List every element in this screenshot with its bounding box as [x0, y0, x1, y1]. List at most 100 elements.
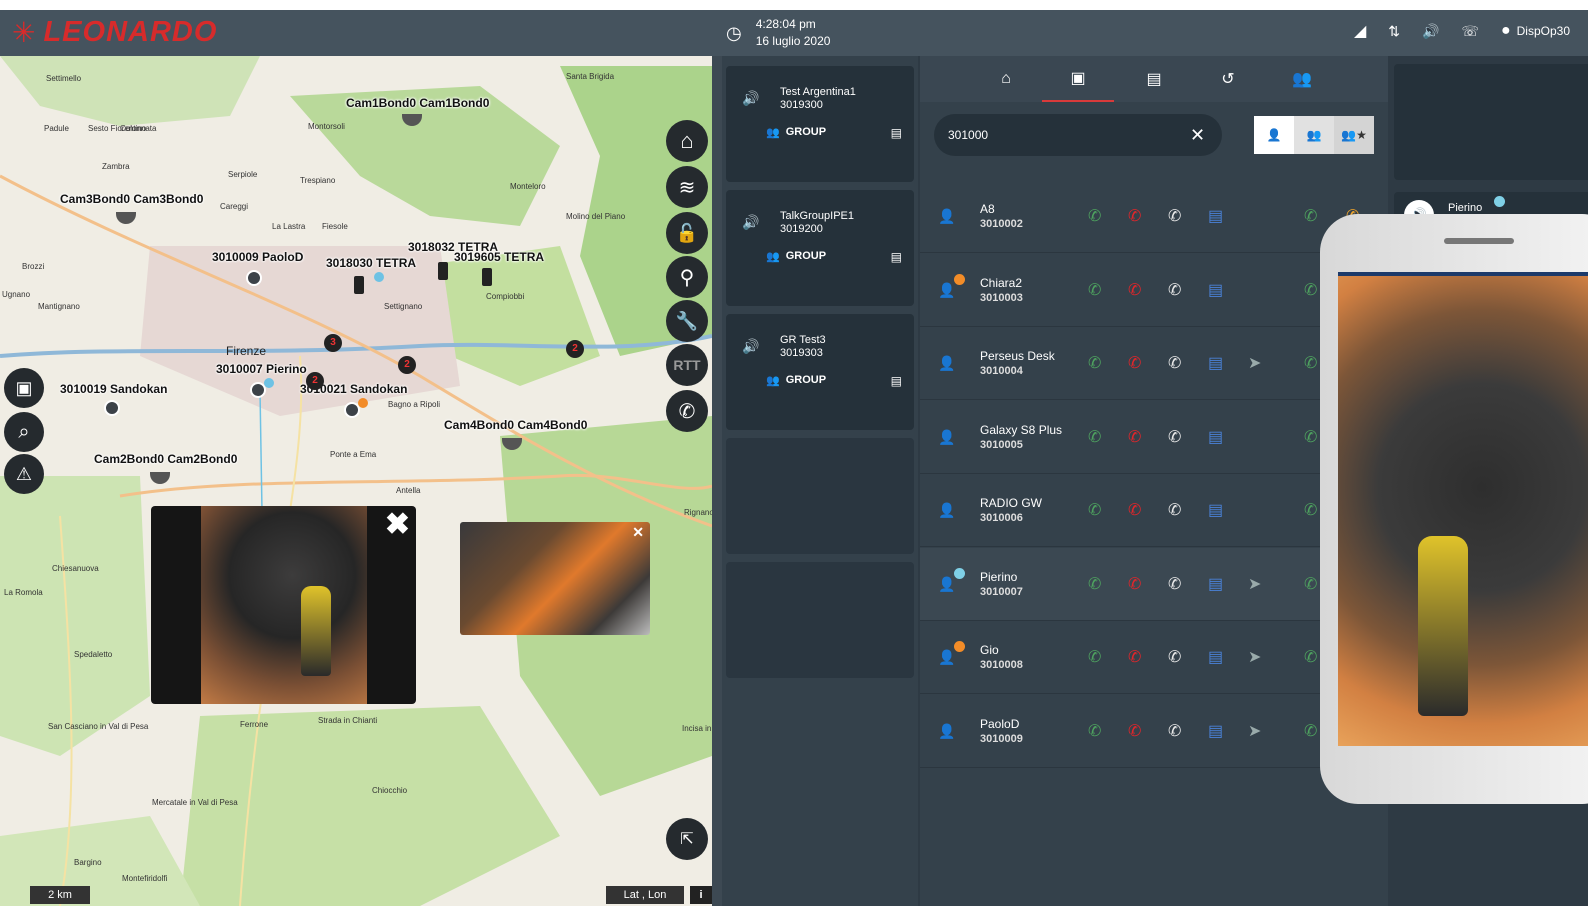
ambient-listening-icon[interactable]: ✆ [1304, 206, 1317, 226]
contact-row[interactable]: 👤 Galaxy S8 Plus 3010005 ✆ ✆ ✆ ▤ ✆ [920, 401, 1388, 474]
message-icon[interactable]: ▤ [1208, 206, 1223, 226]
message-icon[interactable]: ▤ [1208, 280, 1223, 300]
expand-button[interactable]: ⇱ [666, 818, 708, 860]
locate-icon[interactable]: ➤ [1248, 721, 1261, 741]
ptt-call-icon[interactable]: ✆ [1168, 353, 1181, 373]
contact-row[interactable]: 👤 Pierino 3010007 ✆ ✆ ✆ ▤ ➤ ✆ [920, 547, 1388, 621]
tab-history[interactable]: ↺ [1192, 56, 1264, 102]
message-icon[interactable]: ▤ [1208, 353, 1223, 373]
cluster-marker[interactable]: 2 [306, 372, 324, 390]
close-video-small-button[interactable]: ✕ [632, 524, 644, 541]
call-icon[interactable]: ✆ [1088, 647, 1101, 667]
speaker-icon[interactable]: 🔊 [742, 90, 759, 107]
close-video-button[interactable]: ✖ [385, 510, 410, 540]
rtt-button[interactable]: RTT [666, 344, 708, 386]
ambient-listening-icon[interactable]: ✆ [1304, 647, 1317, 667]
ptt-call-icon[interactable]: ✆ [1168, 206, 1181, 226]
message-icon[interactable]: ▤ [891, 126, 902, 140]
filter-favorite-groups[interactable]: 👥★ [1334, 116, 1374, 154]
emergency-call-icon[interactable]: ✆ [1128, 574, 1141, 594]
call-button[interactable]: ✆ [666, 390, 708, 432]
contact-row[interactable]: 👤 Chiara2 3010003 ✆ ✆ ✆ ▤ ✆ [920, 254, 1388, 327]
locate-icon[interactable]: ➤ [1248, 647, 1261, 667]
emergency-call-icon[interactable]: ✆ [1128, 721, 1141, 741]
group-card[interactable]: 🔊 Test Argentina1 3019300 👥 GROUP ▤ [726, 66, 914, 182]
call-icon[interactable]: ✆ [1088, 206, 1101, 226]
layers-button[interactable]: ≋ [666, 166, 708, 208]
clear-search-icon[interactable]: ✕ [1190, 125, 1205, 146]
filter-groups[interactable]: 👥 [1294, 116, 1334, 154]
map-view[interactable]: Settimello Sesto Fiorentino Colonnata Pa… [0, 56, 712, 906]
ptt-call-icon[interactable]: ✆ [1168, 574, 1181, 594]
ambient-listening-icon[interactable]: ✆ [1304, 427, 1317, 447]
user-menu[interactable]: ● DispOp30 [1501, 22, 1570, 40]
message-icon[interactable]: ▤ [1208, 647, 1223, 667]
message-icon[interactable]: ▤ [891, 250, 902, 264]
contact-row[interactable]: 👤 Perseus Desk 3010004 ✆ ✆ ✆ ▤ ➤ ✆ [920, 327, 1388, 400]
radio-marker[interactable] [482, 268, 492, 286]
ambient-listening-icon[interactable]: ✆ [1304, 500, 1317, 520]
ambient-listening-icon[interactable]: ✆ [1304, 280, 1317, 300]
user-marker[interactable] [246, 270, 262, 286]
contact-row[interactable]: 👤A83010002✆✆✆▤✆✆ [920, 180, 1388, 253]
emergency-call-icon[interactable]: ✆ [1128, 206, 1141, 226]
ptt-call-icon[interactable]: ✆ [1168, 280, 1181, 300]
ambient-listening-icon[interactable]: ✆ [1304, 574, 1317, 594]
ptt-call-icon[interactable]: ✆ [1168, 647, 1181, 667]
emergency-call-icon[interactable]: ✆ [1128, 353, 1141, 373]
emergency-call-icon[interactable]: ✆ [1128, 427, 1141, 447]
group-card[interactable]: 🔊 GR Test3 3019303 👥 GROUP ▤ [726, 314, 914, 430]
video-popup-large[interactable]: ✖ [151, 506, 416, 704]
alarm-button[interactable]: ⚠ [4, 454, 44, 494]
search-input[interactable]: 301000 [934, 114, 1222, 156]
ptt-call-icon[interactable]: ✆ [1168, 500, 1181, 520]
ambient-listening-icon[interactable]: ✆ [1304, 353, 1317, 373]
message-icon[interactable]: ▤ [1208, 500, 1223, 520]
speaker-icon[interactable]: 🔊 [742, 214, 759, 231]
contact-row[interactable]: 👤 PaoloD 3010009 ✆ ✆ ✆ ▤ ➤ ✆ [920, 695, 1388, 768]
tools-button[interactable]: 🔧 [666, 300, 708, 342]
group-card[interactable]: 🔊 TalkGroupIPE1 3019200 👥 GROUP ▤ [726, 190, 914, 306]
emergency-call-icon[interactable]: ✆ [1128, 500, 1141, 520]
empty-call-slot[interactable] [1394, 64, 1588, 180]
contact-row[interactable]: 👤 Gio 3010008 ✆ ✆ ✆ ▤ ➤ ✆ [920, 621, 1388, 694]
emergency-call-icon[interactable]: ✆ [1128, 280, 1141, 300]
cluster-marker[interactable]: 3 [324, 334, 342, 352]
lock-button[interactable]: 🔓 [666, 212, 708, 254]
cluster-marker[interactable]: 2 [566, 340, 584, 358]
emergency-call-icon[interactable]: ✆ [1128, 647, 1141, 667]
locate-icon[interactable]: ➤ [1248, 574, 1261, 594]
location-button[interactable]: ⚲ [666, 256, 708, 298]
contact-row[interactable]: 👤 RADIO GW 3010006 ✆ ✆ ✆ ▤ ✆ [920, 474, 1388, 547]
call-icon[interactable]: ✆ [1088, 280, 1101, 300]
speaker-icon[interactable]: 🔊 [742, 338, 759, 355]
call-icon[interactable]: ✆ [1088, 427, 1101, 447]
radio-marker[interactable] [438, 262, 448, 280]
filter-single-user[interactable]: 👤 [1254, 116, 1294, 154]
user-marker[interactable] [104, 400, 120, 416]
home-button[interactable]: ⌂ [666, 120, 708, 162]
tab-groups[interactable]: 👥 [1266, 56, 1338, 102]
message-icon[interactable]: ▤ [1208, 721, 1223, 741]
call-icon[interactable]: ✆ [1088, 574, 1101, 594]
panel-divider[interactable] [712, 56, 722, 906]
cluster-marker[interactable]: 2 [398, 356, 416, 374]
locate-icon[interactable]: ➤ [1248, 353, 1261, 373]
tab-messages[interactable]: ▤ [1118, 56, 1190, 102]
tab-contacts[interactable]: ▣ [1042, 56, 1114, 102]
radio-marker[interactable] [354, 276, 364, 294]
call-icon[interactable]: ✆ [1088, 353, 1101, 373]
search-button[interactable]: ⌕ [4, 412, 44, 452]
video-popup-small[interactable]: ✕ [460, 522, 650, 635]
ptt-call-icon[interactable]: ✆ [1168, 427, 1181, 447]
call-icon[interactable]: ✆ [1088, 500, 1101, 520]
tab-home[interactable]: ⌂ [970, 56, 1042, 102]
empty-group-slot[interactable] [726, 438, 914, 554]
message-icon[interactable]: ▤ [891, 374, 902, 388]
contacts-button[interactable]: ▣ [4, 368, 44, 408]
info-button[interactable]: i [690, 886, 712, 904]
ambient-listening-icon[interactable]: ✆ [1304, 721, 1317, 741]
message-icon[interactable]: ▤ [1208, 574, 1223, 594]
message-icon[interactable]: ▤ [1208, 427, 1223, 447]
volume-icon[interactable]: 🔊 [1422, 23, 1439, 40]
